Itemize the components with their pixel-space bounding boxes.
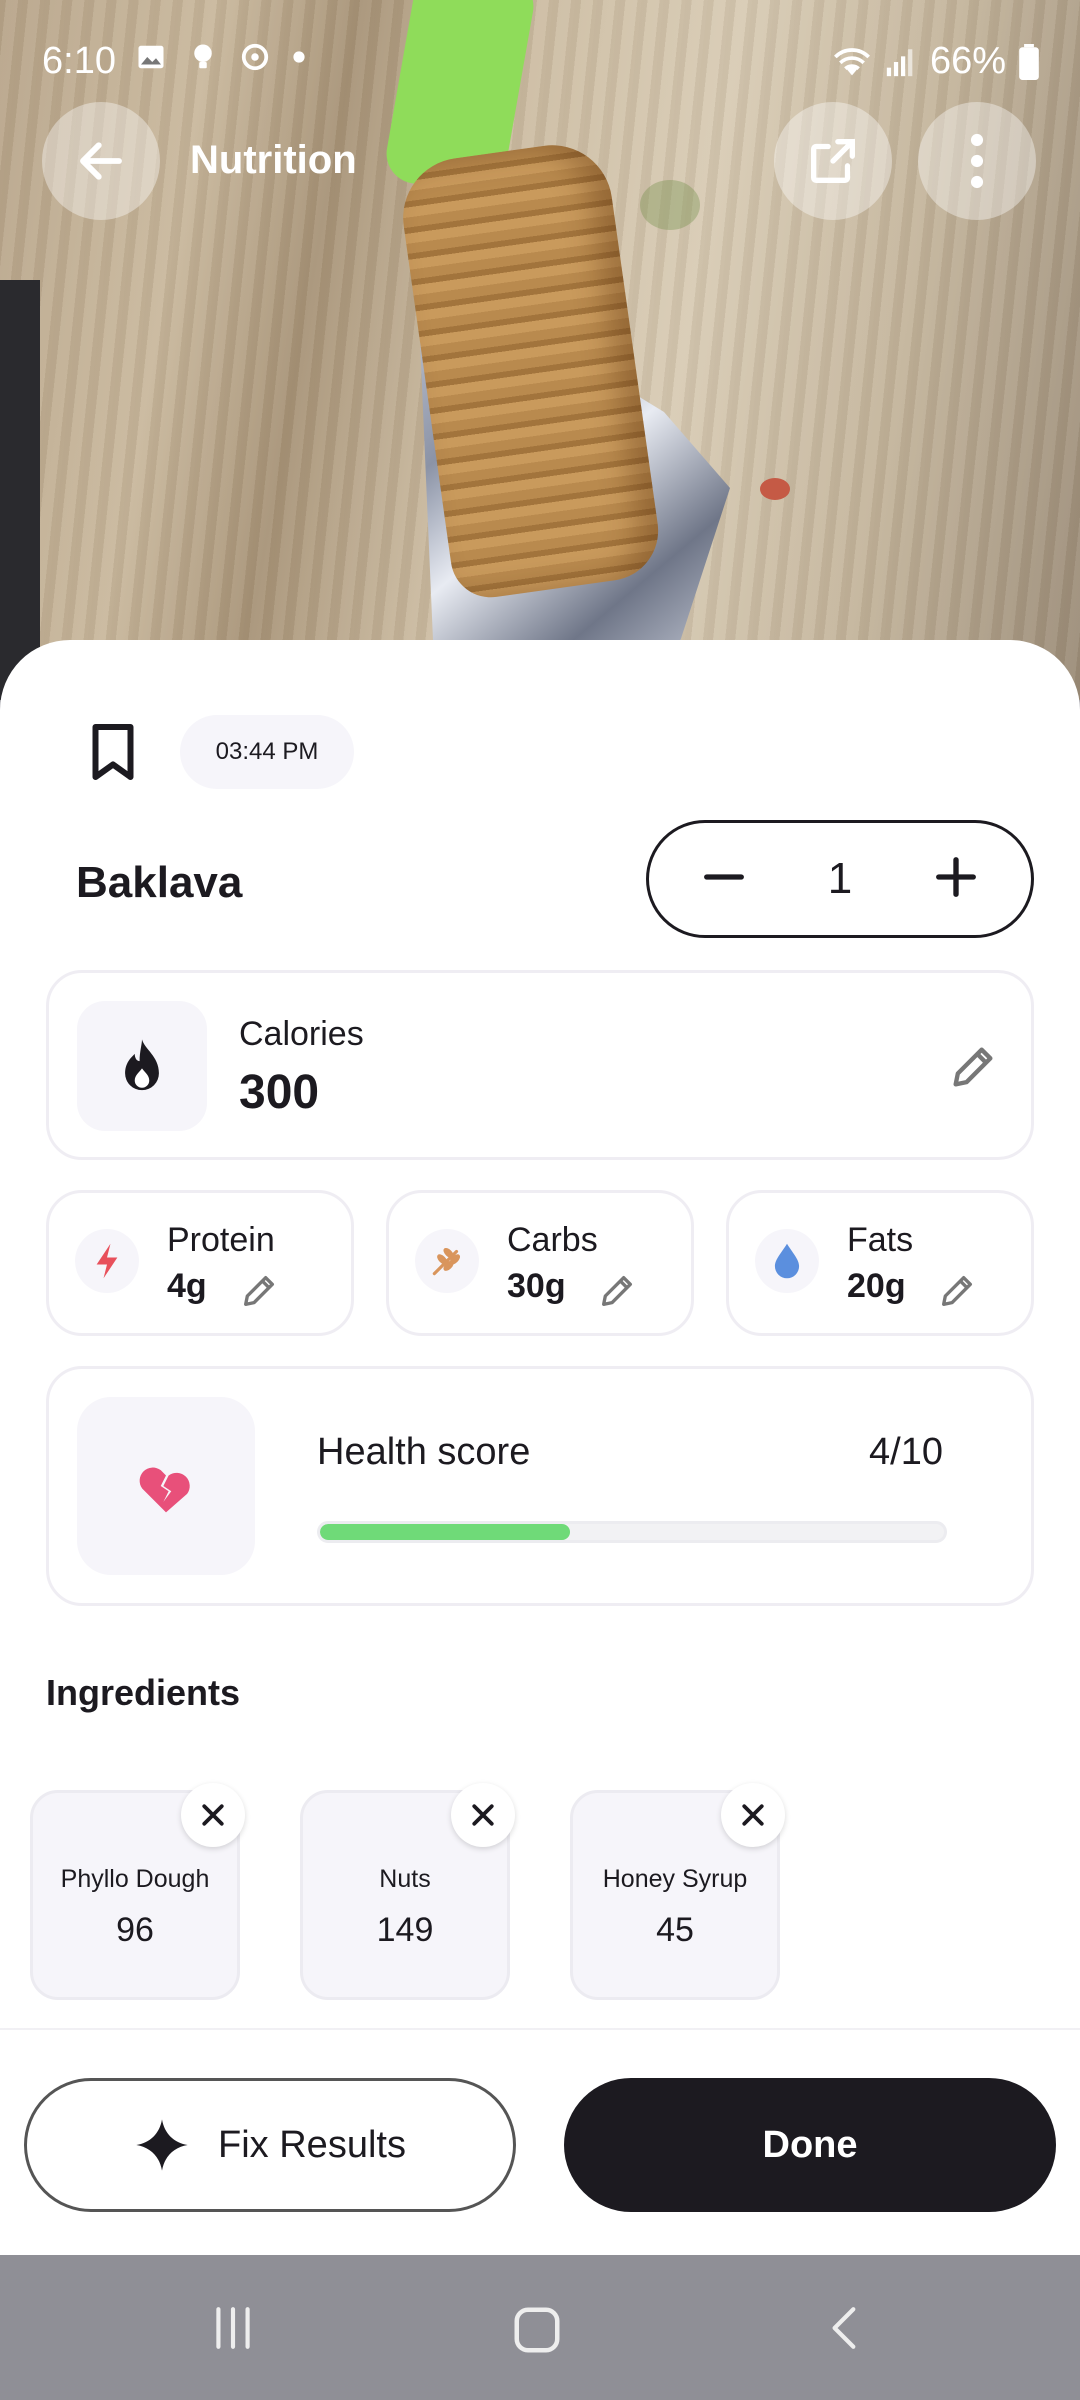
bookmark-button[interactable] <box>86 722 140 787</box>
share-button[interactable] <box>774 102 892 220</box>
home-icon <box>514 2307 560 2353</box>
share-icon <box>811 139 855 183</box>
sync-icon <box>241 43 269 71</box>
minus-icon <box>704 873 744 880</box>
ingredient-calories: 45 <box>656 1911 694 1949</box>
remove-ingredient-button[interactable] <box>721 1783 785 1847</box>
quantity-stepper: 1 <box>646 820 1034 938</box>
edit-fats-button[interactable] <box>935 1269 979 1313</box>
bulb-icon <box>194 44 212 69</box>
edit-protein-button[interactable] <box>237 1269 281 1313</box>
recents-button[interactable] <box>208 2303 258 2358</box>
calories-card[interactable]: Calories 300 <box>46 970 1034 1160</box>
recents-icon <box>216 2307 250 2349</box>
calories-icon-box <box>77 1001 207 1131</box>
decrement-button[interactable] <box>701 854 747 905</box>
system-back-button[interactable] <box>820 2303 870 2358</box>
status-notifications <box>136 42 306 72</box>
bottom-actions: Fix Results Done <box>0 2028 1080 2255</box>
ingredient-name: Phyllo Dough <box>60 1865 210 1893</box>
fix-results-label: Fix Results <box>218 2123 406 2166</box>
gallery-icon <box>138 45 164 69</box>
arrow-left-icon <box>80 142 122 180</box>
dot-icon <box>293 51 305 63</box>
protein-label: Protein <box>167 1221 275 1259</box>
wifi-icon <box>833 47 870 75</box>
board-stain-red <box>760 478 790 500</box>
lightning-icon <box>96 1243 118 1279</box>
ingredient-calories: 96 <box>116 1911 154 1949</box>
timestamp-text: 03:44 PM <box>215 738 319 765</box>
flame-icon <box>125 1039 159 1091</box>
health-score-label: Health score <box>317 1431 531 1473</box>
pencil-icon <box>602 1276 632 1306</box>
system-nav-bar <box>0 2255 1080 2400</box>
pencil-icon <box>953 1047 993 1087</box>
more-options-button[interactable] <box>918 102 1036 220</box>
ingredient-card[interactable]: Phyllo Dough 96 <box>30 1783 245 2000</box>
fats-card[interactable]: Fats 20g <box>726 1190 1034 1336</box>
battery-icon <box>1019 43 1039 80</box>
done-button[interactable]: Done <box>564 2078 1056 2212</box>
carbs-card[interactable]: Carbs 30g <box>386 1190 694 1336</box>
remove-ingredient-button[interactable] <box>451 1783 515 1847</box>
protein-icon-box <box>75 1229 139 1293</box>
droplet-icon <box>774 1243 800 1279</box>
home-button[interactable] <box>510 2303 564 2362</box>
health-score-bar <box>317 1521 947 1543</box>
health-icon-box <box>77 1397 255 1575</box>
increment-button[interactable] <box>933 854 979 905</box>
back-button[interactable] <box>42 102 160 220</box>
health-score-value: 4/10 <box>869 1431 943 1473</box>
status-system: 66% <box>832 40 1040 83</box>
ingredient-name: Honey Syrup <box>602 1865 748 1893</box>
board-stain <box>640 180 700 230</box>
ingredient-calories: 149 <box>376 1911 434 1949</box>
broken-heart-icon <box>139 1467 190 1513</box>
fix-results-button[interactable]: Fix Results <box>24 2078 516 2212</box>
chevron-left-icon <box>832 2307 856 2349</box>
remove-ingredient-button[interactable] <box>181 1783 245 1847</box>
sparkle-icon <box>136 2119 188 2171</box>
status-bar: 6:10 66% <box>0 0 1080 120</box>
calories-label: Calories <box>239 1015 364 1053</box>
battery-percent: 66% <box>929 40 1006 82</box>
pencil-icon <box>942 1276 972 1306</box>
close-icon <box>472 1804 494 1826</box>
edit-calories-button[interactable] <box>945 1039 1001 1095</box>
signal-icon <box>886 48 913 76</box>
close-icon <box>742 1804 764 1826</box>
fats-value: 20g <box>847 1267 906 1305</box>
wheat-icon <box>432 1247 461 1276</box>
quantity-value: 1 <box>827 854 853 903</box>
ingredient-card[interactable]: Honey Syrup 45 <box>570 1783 785 2000</box>
carbs-value: 30g <box>507 1267 566 1305</box>
ingredients-title: Ingredients <box>46 1672 241 1713</box>
pencil-icon <box>244 1276 274 1306</box>
done-label: Done <box>762 2123 858 2166</box>
bookmark-icon <box>92 724 134 780</box>
food-name: Baklava <box>76 858 243 907</box>
ingredient-card[interactable]: Nuts 149 <box>300 1783 515 2000</box>
ingredient-name: Nuts <box>379 1865 431 1893</box>
health-score-card[interactable]: Health score 4/10 <box>46 1366 1034 1606</box>
close-icon <box>202 1804 224 1826</box>
plus-icon <box>936 856 976 897</box>
carbs-icon-box <box>415 1229 479 1293</box>
timestamp-chip: 03:44 PM <box>180 715 354 789</box>
photo-dark-edge <box>0 280 40 700</box>
edit-carbs-button[interactable] <box>595 1269 639 1313</box>
more-vertical-icon <box>970 133 984 189</box>
nutrition-sheet: 03:44 PM Baklava 1 Calories 300 Protein … <box>0 640 1080 2255</box>
carbs-label: Carbs <box>507 1221 598 1259</box>
protein-value: 4g <box>167 1267 207 1305</box>
status-time: 6:10 <box>42 40 116 82</box>
fats-label: Fats <box>847 1221 914 1259</box>
calories-value: 300 <box>239 1066 320 1119</box>
health-score-bar-fill <box>320 1524 570 1540</box>
fats-icon-box <box>755 1229 819 1293</box>
protein-card[interactable]: Protein 4g <box>46 1190 354 1336</box>
page-title: Nutrition <box>190 138 357 182</box>
